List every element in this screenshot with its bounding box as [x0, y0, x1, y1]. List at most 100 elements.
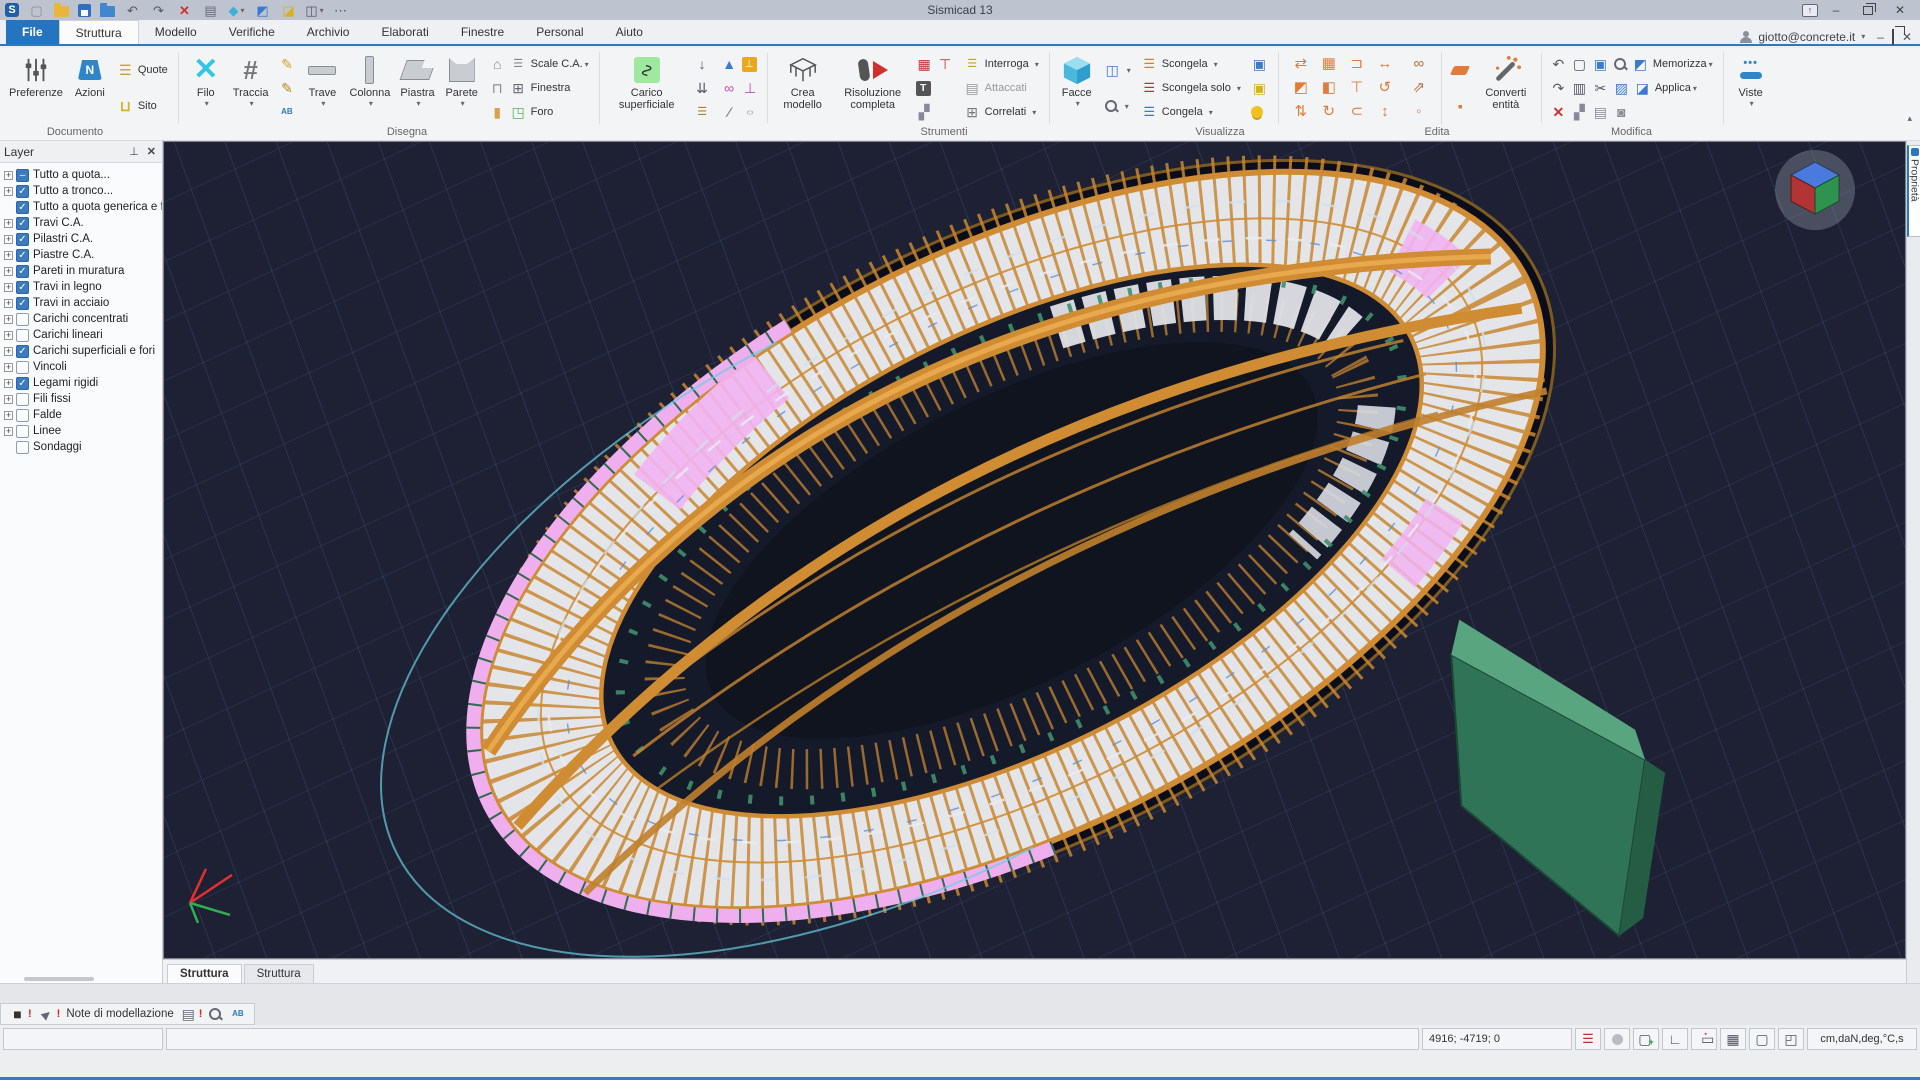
navigation-cube[interactable] [1775, 150, 1855, 230]
layer-checkbox[interactable] [16, 441, 29, 454]
congela-button[interactable]: Congela [1138, 101, 1244, 123]
note-search-icon[interactable] [208, 1007, 223, 1022]
delete-entity-icon[interactable] [1550, 104, 1567, 120]
legame-icon[interactable] [721, 80, 738, 96]
layer-row[interactable]: Tutto a quota generica e f [4, 199, 162, 215]
layer-checkbox[interactable] [16, 345, 29, 358]
layer-row[interactable]: Vincoli [4, 359, 162, 375]
square-link-button[interactable] [1449, 95, 1472, 117]
status-pin-rect-button[interactable] [1691, 1028, 1717, 1050]
status-bulb-button[interactable] [1604, 1028, 1630, 1050]
expand-toggle-icon[interactable] [4, 187, 13, 196]
layer-row[interactable]: Tutto a quota... [4, 167, 162, 183]
open-project-icon[interactable] [100, 6, 115, 17]
facce-button[interactable]: Facce [1055, 51, 1099, 125]
select-dotted-icon[interactable] [1571, 80, 1588, 96]
sito-button[interactable]: Sito [114, 95, 171, 117]
note-doc-icon[interactable] [180, 1006, 197, 1022]
layer-checkbox[interactable] [16, 361, 29, 374]
layer-row[interactable]: Pareti in muratura [4, 263, 162, 279]
layer-row[interactable]: Carichi lineari [4, 327, 162, 343]
scongela-solo-button[interactable]: Scongela solo [1138, 77, 1244, 99]
undo-icon[interactable] [124, 2, 141, 18]
select-rect-icon[interactable] [1571, 56, 1588, 72]
layer-checkbox[interactable] [16, 425, 29, 438]
broom-icon[interactable] [916, 104, 933, 120]
layer-row[interactable]: Carichi superficiali e fori [4, 343, 162, 359]
print-icon[interactable] [202, 2, 219, 18]
applica-view-icon[interactable] [1634, 80, 1651, 96]
menu-tab[interactable]: File [6, 20, 59, 44]
expand-toggle-icon[interactable] [4, 347, 13, 356]
status-layers-button[interactable] [1575, 1028, 1601, 1050]
pin-pink-icon[interactable] [742, 80, 759, 96]
edit-redo-icon[interactable] [1550, 80, 1567, 96]
layer-row[interactable]: Sondaggi [4, 439, 162, 455]
pin-panel-icon[interactable]: ⊥ [129, 145, 139, 158]
status-bubble-button[interactable] [1749, 1028, 1775, 1050]
carico-superficiale-button[interactable]: Carico superficiale [605, 51, 689, 125]
pin-ribbon-button[interactable]: ↑ [1802, 4, 1818, 17]
clean-icon[interactable] [1571, 104, 1588, 120]
doc-restore-button[interactable] [1892, 30, 1894, 44]
clipboard-icon[interactable] [1592, 104, 1609, 120]
linea-button[interactable] [275, 53, 298, 75]
select-visible-button[interactable] [1248, 53, 1271, 75]
layer-panel-scrollbar[interactable] [0, 975, 162, 983]
menu-tab[interactable]: Personal [520, 20, 599, 44]
layer-checkbox[interactable] [16, 297, 29, 310]
attaccati-button[interactable]: Attaccati [961, 77, 1042, 99]
carico-lineare-button[interactable] [691, 77, 714, 99]
layer-row[interactable]: Carichi concentrati [4, 311, 162, 327]
menu-tab[interactable]: Archivio [291, 20, 366, 44]
interroga-button[interactable]: Interroga [961, 53, 1042, 75]
edit-curve-icon[interactable] [1345, 103, 1369, 122]
note-ab-icon[interactable] [229, 1006, 246, 1022]
converti-entita-button[interactable]: Converti entità [1474, 51, 1538, 125]
layer-checkbox[interactable] [16, 281, 29, 294]
vista-3d-button[interactable] [1101, 59, 1134, 81]
viste-button[interactable]: Viste [1729, 51, 1773, 125]
status-grid-button[interactable] [1720, 1028, 1746, 1050]
edit-mirror-icon[interactable] [1317, 79, 1341, 98]
expand-toggle-icon[interactable] [4, 395, 13, 404]
expand-toggle-icon[interactable] [4, 299, 13, 308]
minimize-button[interactable]: – [1822, 2, 1850, 18]
edit-rotate2-icon[interactable] [1317, 103, 1341, 122]
expand-toggle-icon[interactable] [4, 219, 13, 228]
vincolo-icon[interactable] [721, 56, 738, 72]
note-square-icon[interactable] [9, 1006, 26, 1022]
note-pointer-icon[interactable] [38, 1006, 55, 1022]
camera-icon[interactable] [1613, 104, 1630, 120]
window-layout-icon[interactable] [306, 2, 323, 18]
mesh-red-icon[interactable] [916, 56, 933, 72]
layer-checkbox[interactable] [16, 233, 29, 246]
status-3dbox-button[interactable] [1778, 1028, 1804, 1050]
link3-icon[interactable] [1407, 103, 1431, 122]
layer-checkbox[interactable] [16, 169, 29, 182]
highlight-icon[interactable] [280, 2, 297, 18]
edit-rotate-icon[interactable] [1373, 79, 1397, 98]
viewport-tab[interactable]: Struttura [167, 964, 242, 983]
link1-icon[interactable] [1407, 55, 1431, 74]
sezione-icon[interactable] [721, 104, 738, 120]
scongela-button[interactable]: Scongela [1138, 53, 1244, 75]
menu-tab[interactable]: Finestre [445, 20, 520, 44]
picture-icon[interactable] [1613, 80, 1630, 96]
layer-checkbox[interactable] [16, 185, 29, 198]
expand-toggle-icon[interactable] [4, 171, 13, 180]
layer-checkbox[interactable] [16, 201, 29, 214]
proprieta-tab[interactable]: Proprietà [1907, 145, 1920, 237]
crea-modello-button[interactable]: Crea modello [771, 51, 835, 125]
menu-tab[interactable]: Struttura [59, 20, 139, 44]
layer-checkbox[interactable] [16, 377, 29, 390]
layer-row[interactable]: Tutto a tronco... [4, 183, 162, 199]
layer-checkbox[interactable] [16, 313, 29, 326]
layer-row[interactable]: Falde [4, 407, 162, 423]
edit-undo-icon[interactable] [1550, 56, 1567, 72]
quick-access-overflow-icon[interactable] [332, 2, 349, 18]
carico-concentrato-button[interactable] [691, 53, 714, 75]
menu-tab[interactable]: Elaborati [365, 20, 444, 44]
account-area[interactable]: giotto@concrete.it ▾ [1740, 30, 1869, 44]
lightbulb-button[interactable] [1248, 101, 1271, 123]
